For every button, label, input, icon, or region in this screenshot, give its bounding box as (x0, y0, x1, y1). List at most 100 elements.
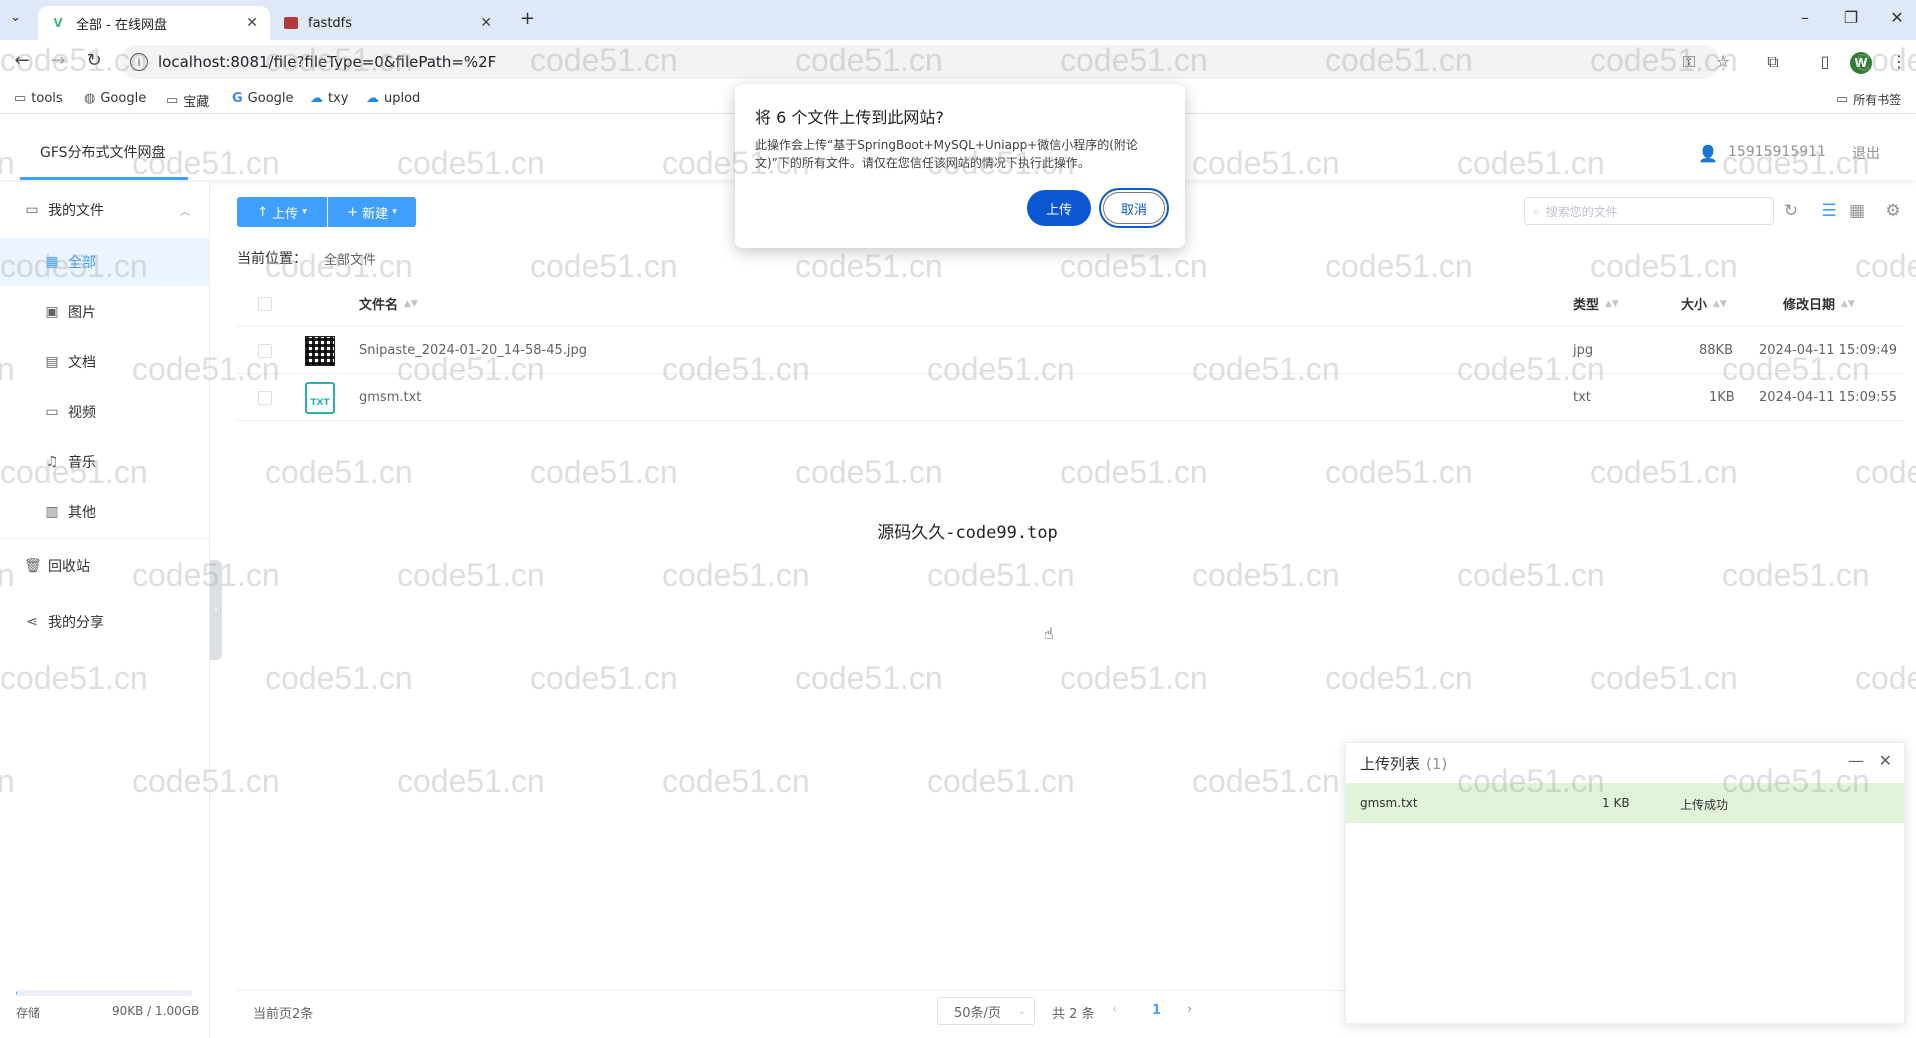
search-placeholder: 搜索您的文件 (1545, 204, 1618, 219)
back-icon[interactable]: ← (10, 50, 34, 71)
watermark-text: code51.cn (1855, 454, 1916, 490)
minimize-icon[interactable]: – (1790, 8, 1820, 27)
storage-progress-bar (16, 990, 192, 996)
bookmark-label: Google (247, 91, 294, 106)
file-name[interactable]: Snipaste_2024-01-20_14-58-45.jpg (359, 327, 587, 374)
bookmark-label: 所有书签 (1853, 93, 1902, 107)
site-info-icon[interactable]: i (130, 53, 148, 71)
column-filename[interactable]: 文件名 ▲▼ (359, 280, 418, 327)
sidebar-item-videos[interactable]: ▭ 视频 (0, 388, 210, 436)
browser-toolbar: ← → ↻ i localhost:8081/file?fileType=0&f… (0, 40, 1916, 84)
upload-title-text: 上传列表 (1360, 755, 1421, 773)
row-checkbox[interactable] (258, 327, 272, 374)
dialog-upload-button[interactable]: 上传 (1027, 190, 1091, 226)
page-count-text: 当前页2条 (253, 1007, 314, 1022)
upload-panel-title: 上传列表 (1) (1360, 753, 1447, 774)
app-logo[interactable]: GFS分布式文件网盘 (40, 142, 166, 162)
bookmark-item[interactable]: ◍ Google (84, 91, 146, 106)
row-checkbox[interactable] (258, 374, 272, 421)
refresh-icon[interactable]: ↻ (1780, 201, 1802, 221)
dialog-cancel-label: 取消 (1103, 192, 1165, 224)
file-thumbnail[interactable] (305, 327, 335, 374)
bookmark-item[interactable]: ▭ 宝藏 (166, 91, 209, 110)
new-tab-button[interactable]: + (520, 8, 535, 29)
tab-close-icon[interactable]: ✕ (480, 15, 492, 31)
sidepanel-icon[interactable]: ▯ (1814, 52, 1836, 71)
dialog-title: 将 6 个文件上传到此网站? (755, 108, 944, 127)
select-all-checkbox[interactable] (258, 280, 272, 327)
next-page-icon[interactable]: › (1187, 1002, 1192, 1017)
page-number[interactable]: 1 (1152, 1003, 1161, 1018)
profile-avatar[interactable]: W (1850, 52, 1872, 74)
watermark-text: code51.cn (1590, 454, 1738, 490)
bookmark-item[interactable]: ☁ txy (310, 91, 348, 106)
breadcrumb[interactable]: 全部文件 (324, 249, 376, 268)
table-row[interactable]: TXT gmsm.txt txt 1KB 2024-04-11 15:09:55 (237, 374, 1903, 421)
tab-fastdfs[interactable]: fastdfs ✕ (272, 6, 504, 40)
prev-page-icon[interactable]: ‹ (1112, 1002, 1117, 1017)
watermark-text: code51.cn (1325, 660, 1473, 696)
sidebar-item-share[interactable]: ⋖ 我的分享 (0, 598, 210, 646)
bookmark-star-icon[interactable]: ☆ (1712, 52, 1734, 71)
grid-icon: ▦ (45, 254, 59, 270)
folder-icon: ▭ (14, 91, 27, 106)
chevron-up-icon: ︿ (180, 206, 190, 218)
list-view-icon[interactable]: ☰ (1818, 201, 1840, 221)
watermark-text: code51.cn (795, 454, 943, 490)
column-size[interactable]: 大小 ▲▼ (1681, 280, 1727, 327)
page-favicon-icon (284, 17, 298, 29)
all-bookmarks[interactable]: ▭ 所有书签 (1836, 91, 1901, 108)
video-icon: ▭ (45, 404, 59, 420)
file-name[interactable]: gmsm.txt (359, 374, 421, 421)
grid-view-icon[interactable]: ▦ (1846, 201, 1868, 221)
sidebar-item-label: 回收站 (48, 559, 90, 575)
sort-icon: ▲▼ (404, 298, 418, 309)
key-icon[interactable]: ⚿ (1678, 52, 1700, 72)
sidebar-collapse-handle[interactable]: ‹ (210, 560, 222, 660)
tab-close-icon[interactable]: ✕ (246, 15, 258, 31)
sidebar-item-label: 我的文件 (48, 203, 104, 219)
user-icon: 👤 (1698, 144, 1718, 163)
bookmark-item[interactable]: ▭ tools (14, 91, 63, 106)
restore-icon[interactable]: ❐ (1836, 8, 1866, 27)
upload-file-name: gmsm.txt (1360, 796, 1418, 810)
qr-image-icon (305, 335, 335, 366)
sidebar-item-all[interactable]: ▦ 全部 (0, 238, 210, 286)
column-type[interactable]: 类型 ▲▼ (1573, 280, 1619, 327)
watermark-text: code51.cn (662, 557, 810, 593)
watermark-text: code51.cn (927, 763, 1075, 799)
minimize-icon[interactable]: — (1848, 751, 1864, 770)
forward-icon[interactable]: → (46, 50, 70, 71)
page-size-select[interactable]: 50条/页 ⌄ (937, 997, 1035, 1025)
bookmark-item[interactable]: ☁ uplod (366, 91, 420, 106)
user-name[interactable]: 15915915911 (1728, 144, 1826, 160)
close-window-icon[interactable]: ✕ (1882, 8, 1912, 27)
settings-gear-icon[interactable]: ⚙ (1882, 201, 1904, 221)
sidebar-item-documents[interactable]: ▤ 文档 (0, 338, 210, 386)
file-thumbnail[interactable]: TXT (305, 374, 335, 421)
upload-button[interactable]: ↑ 上传 ▾ (237, 197, 327, 227)
address-bar[interactable]: i localhost:8081/file?fileType=0&filePat… (120, 45, 1720, 79)
bookmark-item[interactable]: G Google (232, 91, 294, 106)
sidebar-item-recycle[interactable]: 🗑 回收站 (0, 542, 210, 590)
extensions-icon[interactable]: ⧉ (1762, 52, 1784, 72)
search-input[interactable]: ⌕ 搜索您的文件 (1524, 197, 1774, 225)
reload-icon[interactable]: ↻ (82, 50, 106, 71)
create-button[interactable]: + 新建 ▾ (328, 197, 416, 227)
logout-link[interactable]: 退出 (1852, 143, 1880, 163)
trash-icon: 🗑 (24, 558, 42, 574)
column-date[interactable]: 修改日期 ▲▼ (1783, 280, 1855, 327)
close-icon[interactable]: ✕ (1879, 751, 1892, 770)
upload-permission-dialog: 将 6 个文件上传到此网站? 此操作会上传“基于SpringBoot+MySQL… (735, 84, 1185, 248)
tab-search-chevron-icon[interactable]: ⌄ (10, 10, 21, 25)
table-row[interactable]: Snipaste_2024-01-20_14-58-45.jpg jpg 88K… (237, 327, 1903, 374)
upload-file-size: 1 KB (1602, 796, 1630, 810)
column-label: 大小 (1681, 298, 1708, 313)
tab-active[interactable]: V 全部 - 在线网盘 ✕ (38, 6, 270, 40)
menu-kebab-icon[interactable]: ⋮ (1888, 52, 1910, 71)
sidebar-item-images[interactable]: ▣ 图片 (0, 288, 210, 336)
dialog-cancel-button[interactable]: 取消 (1099, 188, 1169, 228)
sidebar-my-files[interactable]: ▭ 我的文件 ︿ (0, 186, 210, 234)
table-header: 文件名 ▲▼ 类型 ▲▼ 大小 ▲▼ 修改日期 ▲▼ (237, 280, 1903, 327)
sidebar-item-music[interactable]: ♫ 音乐 (0, 438, 210, 486)
